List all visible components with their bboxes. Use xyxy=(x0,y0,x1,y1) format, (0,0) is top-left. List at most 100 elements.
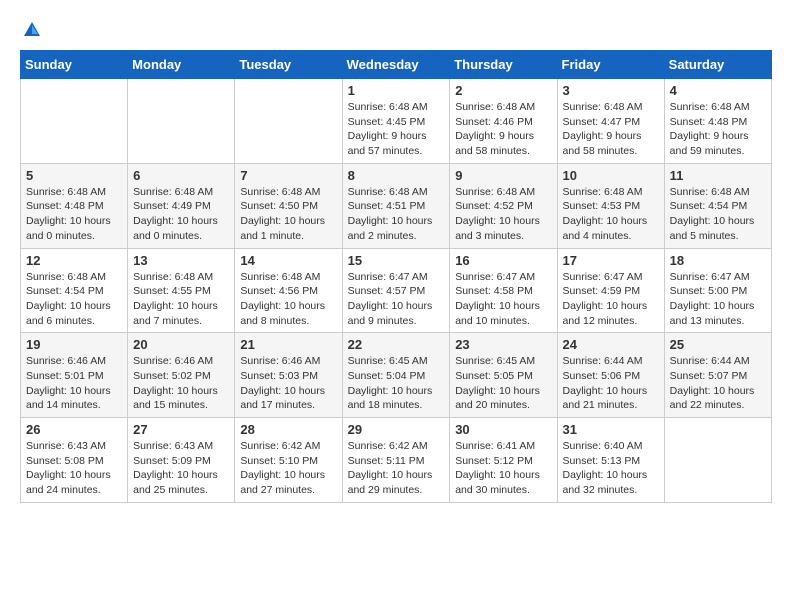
calendar-cell xyxy=(664,418,771,503)
day-number: 25 xyxy=(670,337,766,352)
calendar-cell xyxy=(235,79,342,164)
day-number: 9 xyxy=(455,168,551,183)
day-number: 14 xyxy=(240,253,336,268)
day-number: 28 xyxy=(240,422,336,437)
day-info: Sunrise: 6:43 AM Sunset: 5:09 PM Dayligh… xyxy=(133,439,229,498)
header-monday: Monday xyxy=(128,51,235,79)
calendar-cell: 13 Sunrise: 6:48 AM Sunset: 4:55 PM Dayli… xyxy=(128,248,235,333)
day-info: Sunrise: 6:43 AM Sunset: 5:08 PM Dayligh… xyxy=(26,439,122,498)
calendar-cell: 27 Sunrise: 6:43 AM Sunset: 5:09 PM Dayli… xyxy=(128,418,235,503)
day-number: 4 xyxy=(670,83,766,98)
day-info: Sunrise: 6:48 AM Sunset: 4:54 PM Dayligh… xyxy=(670,185,766,244)
day-info: Sunrise: 6:45 AM Sunset: 5:04 PM Dayligh… xyxy=(348,354,445,413)
calendar-week-4: 19Sunrise: 6:46 AM Sunset: 5:01 PM Dayli… xyxy=(21,333,772,418)
calendar-cell: 2Sunrise: 6:48 AM Sunset: 4:46 PM Daylig… xyxy=(450,79,557,164)
day-info: Sunrise: 6:48 AM Sunset: 4:48 PM Dayligh… xyxy=(26,185,122,244)
calendar-cell: 12 Sunrise: 6:48 AM Sunset: 4:54 PM Dayli… xyxy=(21,248,128,333)
day-number: 12 xyxy=(26,253,122,268)
day-number: 31 xyxy=(563,422,659,437)
calendar-cell: 10 Sunrise: 6:48 AM Sunset: 4:53 PM Dayli… xyxy=(557,163,664,248)
day-number: 24 xyxy=(563,337,659,352)
calendar-week-5: 26 Sunrise: 6:43 AM Sunset: 5:08 PM Dayli… xyxy=(21,418,772,503)
calendar-cell: 25 Sunrise: 6:44 AM Sunset: 5:07 PM Dayli… xyxy=(664,333,771,418)
calendar-cell: 20 Sunrise: 6:46 AM Sunset: 5:02 PM Dayli… xyxy=(128,333,235,418)
day-number: 17 xyxy=(563,253,659,268)
header-tuesday: Tuesday xyxy=(235,51,342,79)
day-number: 30 xyxy=(455,422,551,437)
calendar-week-2: 5 Sunrise: 6:48 AM Sunset: 4:48 PM Daylig… xyxy=(21,163,772,248)
day-info: Sunrise: 6:48 AM Sunset: 4:54 PM Dayligh… xyxy=(26,270,122,329)
day-info: Sunrise: 6:42 AM Sunset: 5:11 PM Dayligh… xyxy=(348,439,445,498)
calendar-cell: 1 Sunrise: 6:48 AM Sunset: 4:45 PM Daylig… xyxy=(342,79,450,164)
calendar-cell: 29Sunrise: 6:42 AM Sunset: 5:11 PM Dayli… xyxy=(342,418,450,503)
calendar-cell: 16 Sunrise: 6:47 AM Sunset: 4:58 PM Dayli… xyxy=(450,248,557,333)
day-info: Sunrise: 6:46 AM Sunset: 5:03 PM Dayligh… xyxy=(240,354,336,413)
calendar-cell: 15 Sunrise: 6:47 AM Sunset: 4:57 PM Dayli… xyxy=(342,248,450,333)
header-thursday: Thursday xyxy=(450,51,557,79)
header-sunday: Sunday xyxy=(21,51,128,79)
calendar-week-3: 12 Sunrise: 6:48 AM Sunset: 4:54 PM Dayli… xyxy=(21,248,772,333)
day-info: Sunrise: 6:48 AM Sunset: 4:47 PM Dayligh… xyxy=(563,100,659,159)
day-info: Sunrise: 6:48 AM Sunset: 4:49 PM Dayligh… xyxy=(133,185,229,244)
day-number: 26 xyxy=(26,422,122,437)
calendar-cell: 3 Sunrise: 6:48 AM Sunset: 4:47 PM Daylig… xyxy=(557,79,664,164)
logo xyxy=(20,20,42,40)
calendar-cell: 7 Sunrise: 6:48 AM Sunset: 4:50 PM Daylig… xyxy=(235,163,342,248)
day-info: Sunrise: 6:48 AM Sunset: 4:48 PM Dayligh… xyxy=(670,100,766,159)
calendar-cell: 31 Sunrise: 6:40 AM Sunset: 5:13 PM Dayli… xyxy=(557,418,664,503)
day-number: 11 xyxy=(670,168,766,183)
day-number: 20 xyxy=(133,337,229,352)
day-info: Sunrise: 6:47 AM Sunset: 4:57 PM Dayligh… xyxy=(348,270,445,329)
day-number: 18 xyxy=(670,253,766,268)
day-number: 1 xyxy=(348,83,445,98)
calendar: SundayMondayTuesdayWednesdayThursdayFrid… xyxy=(20,50,772,503)
header-saturday: Saturday xyxy=(664,51,771,79)
calendar-cell xyxy=(21,79,128,164)
day-number: 23 xyxy=(455,337,551,352)
calendar-cell: 11 Sunrise: 6:48 AM Sunset: 4:54 PM Dayli… xyxy=(664,163,771,248)
day-number: 7 xyxy=(240,168,336,183)
day-info: Sunrise: 6:44 AM Sunset: 5:07 PM Dayligh… xyxy=(670,354,766,413)
day-info: Sunrise: 6:47 AM Sunset: 5:00 PM Dayligh… xyxy=(670,270,766,329)
day-info: Sunrise: 6:48 AM Sunset: 4:46 PM Dayligh… xyxy=(455,100,551,159)
day-number: 22 xyxy=(348,337,445,352)
day-info: Sunrise: 6:44 AM Sunset: 5:06 PM Dayligh… xyxy=(563,354,659,413)
day-info: Sunrise: 6:46 AM Sunset: 5:02 PM Dayligh… xyxy=(133,354,229,413)
day-number: 13 xyxy=(133,253,229,268)
day-number: 10 xyxy=(563,168,659,183)
calendar-cell: 4 Sunrise: 6:48 AM Sunset: 4:48 PM Daylig… xyxy=(664,79,771,164)
day-number: 5 xyxy=(26,168,122,183)
header-wednesday: Wednesday xyxy=(342,51,450,79)
day-info: Sunrise: 6:48 AM Sunset: 4:45 PM Dayligh… xyxy=(348,100,445,159)
day-number: 21 xyxy=(240,337,336,352)
calendar-cell: 18 Sunrise: 6:47 AM Sunset: 5:00 PM Dayli… xyxy=(664,248,771,333)
day-number: 15 xyxy=(348,253,445,268)
logo-icon xyxy=(22,20,42,40)
day-info: Sunrise: 6:48 AM Sunset: 4:55 PM Dayligh… xyxy=(133,270,229,329)
day-info: Sunrise: 6:41 AM Sunset: 5:12 PM Dayligh… xyxy=(455,439,551,498)
day-info: Sunrise: 6:48 AM Sunset: 4:53 PM Dayligh… xyxy=(563,185,659,244)
calendar-cell: 30 Sunrise: 6:41 AM Sunset: 5:12 PM Dayli… xyxy=(450,418,557,503)
day-number: 6 xyxy=(133,168,229,183)
day-number: 16 xyxy=(455,253,551,268)
day-info: Sunrise: 6:48 AM Sunset: 4:50 PM Dayligh… xyxy=(240,185,336,244)
calendar-cell: 22 Sunrise: 6:45 AM Sunset: 5:04 PM Dayli… xyxy=(342,333,450,418)
calendar-week-1: 1 Sunrise: 6:48 AM Sunset: 4:45 PM Daylig… xyxy=(21,79,772,164)
day-info: Sunrise: 6:48 AM Sunset: 4:52 PM Dayligh… xyxy=(455,185,551,244)
day-info: Sunrise: 6:47 AM Sunset: 4:58 PM Dayligh… xyxy=(455,270,551,329)
day-info: Sunrise: 6:48 AM Sunset: 4:51 PM Dayligh… xyxy=(348,185,445,244)
calendar-cell: 5 Sunrise: 6:48 AM Sunset: 4:48 PM Daylig… xyxy=(21,163,128,248)
calendar-cell: 9 Sunrise: 6:48 AM Sunset: 4:52 PM Daylig… xyxy=(450,163,557,248)
day-number: 27 xyxy=(133,422,229,437)
calendar-cell: 6 Sunrise: 6:48 AM Sunset: 4:49 PM Daylig… xyxy=(128,163,235,248)
day-info: Sunrise: 6:42 AM Sunset: 5:10 PM Dayligh… xyxy=(240,439,336,498)
calendar-header-row: SundayMondayTuesdayWednesdayThursdayFrid… xyxy=(21,51,772,79)
header-friday: Friday xyxy=(557,51,664,79)
calendar-cell: 21 Sunrise: 6:46 AM Sunset: 5:03 PM Dayli… xyxy=(235,333,342,418)
calendar-cell xyxy=(128,79,235,164)
calendar-body: 1 Sunrise: 6:48 AM Sunset: 4:45 PM Daylig… xyxy=(21,79,772,503)
day-number: 19 xyxy=(26,337,122,352)
day-number: 3 xyxy=(563,83,659,98)
day-info: Sunrise: 6:40 AM Sunset: 5:13 PM Dayligh… xyxy=(563,439,659,498)
calendar-cell: 26 Sunrise: 6:43 AM Sunset: 5:08 PM Dayli… xyxy=(21,418,128,503)
